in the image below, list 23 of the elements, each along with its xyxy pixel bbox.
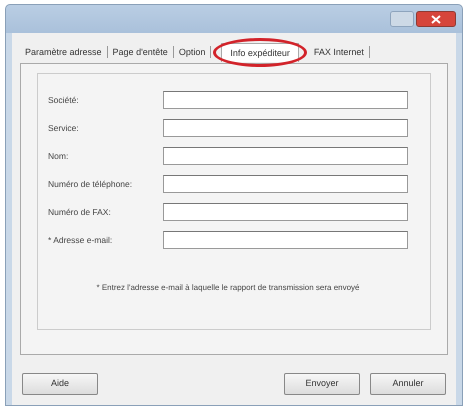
input-field[interactable] bbox=[163, 147, 408, 165]
note-text: * Entrez l'adresse e-mail à laquelle le rapport de transmission sera envoyé bbox=[96, 282, 360, 294]
tab[interactable]: Page d'entête bbox=[108, 46, 174, 58]
dialog-button[interactable]: Aide bbox=[22, 373, 98, 395]
field-label: Service: bbox=[48, 122, 80, 134]
input-field[interactable] bbox=[163, 91, 408, 109]
input-field[interactable] bbox=[163, 231, 408, 249]
tab[interactable]: Paramètre adresse bbox=[20, 46, 108, 58]
dialog-button[interactable]: Annuler bbox=[370, 373, 446, 395]
input-field[interactable] bbox=[163, 119, 408, 137]
dialog-button[interactable]: Envoyer bbox=[284, 373, 360, 395]
input-field[interactable] bbox=[163, 203, 408, 221]
input-field[interactable] bbox=[163, 175, 408, 193]
tab[interactable]: FAX Internet bbox=[308, 46, 370, 58]
tab[interactable]: Info expéditeur bbox=[221, 42, 299, 62]
field-label: * Adresse e-mail: bbox=[48, 234, 114, 246]
field-label: Numéro de téléphone: bbox=[48, 178, 134, 190]
close-icon bbox=[431, 14, 441, 24]
field-label: Société: bbox=[48, 94, 80, 106]
field-label: Nom: bbox=[48, 150, 70, 162]
close-button[interactable] bbox=[416, 11, 456, 27]
tab[interactable]: Option bbox=[174, 46, 212, 58]
field-label: Numéro de FAX: bbox=[48, 206, 112, 218]
